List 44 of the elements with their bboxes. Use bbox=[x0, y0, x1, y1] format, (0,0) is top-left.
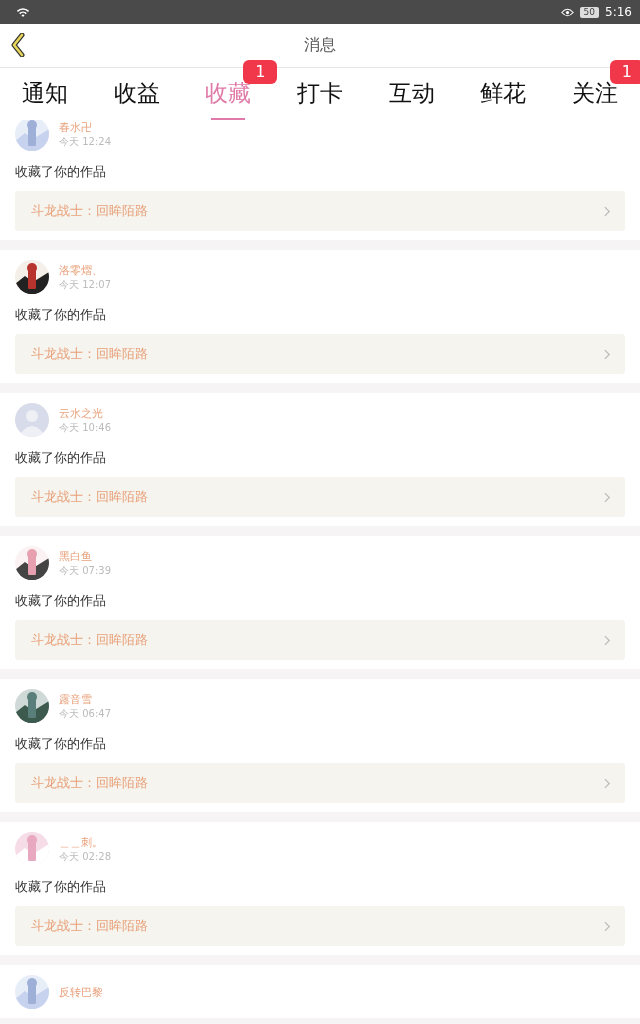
work-link[interactable]: 斗龙战士：回眸陌路 bbox=[15, 191, 625, 231]
timestamp: 今天 02:28 bbox=[59, 849, 111, 864]
tab[interactable]: 鲜花 bbox=[480, 68, 527, 118]
chevron-icon bbox=[604, 634, 611, 646]
chevron-icon bbox=[604, 491, 611, 503]
tab[interactable]: 互动 bbox=[388, 68, 435, 118]
user-name[interactable]: 洛零熠、 bbox=[59, 262, 111, 278]
battery-icon: 50 bbox=[579, 6, 600, 18]
tab[interactable]: 打卡 bbox=[296, 68, 343, 118]
message-text: 收藏了你的作品 bbox=[15, 878, 107, 896]
timestamp: 今天 10:46 bbox=[59, 420, 111, 435]
message-text: 收藏了你的作品 bbox=[15, 306, 107, 324]
work-link[interactable]: 斗龙战士：回眸陌路 bbox=[15, 906, 625, 946]
message-text: 收藏了你的作品 bbox=[15, 592, 107, 610]
tab[interactable]: 通知 bbox=[22, 68, 68, 118]
tab[interactable]: 收益 bbox=[113, 68, 160, 118]
eye-icon bbox=[560, 7, 574, 17]
timestamp: 今天 07:39 bbox=[59, 563, 111, 578]
message-text: 收藏了你的作品 bbox=[15, 735, 107, 753]
count-badge: 1 bbox=[609, 60, 640, 84]
work-link[interactable]: 斗龙战士：回眸陌路 bbox=[15, 763, 625, 803]
chevron-icon bbox=[604, 777, 611, 789]
user-name[interactable]: 反转巴黎 bbox=[59, 984, 103, 1000]
chevron-icon bbox=[604, 920, 611, 932]
work-link[interactable]: 斗龙战士：回眸陌路 bbox=[15, 477, 625, 517]
work-link[interactable]: 斗龙战士：回眸陌路 bbox=[15, 334, 625, 374]
chevron-icon bbox=[604, 205, 611, 217]
timestamp: 今天 12:24 bbox=[59, 134, 111, 149]
user-name[interactable]: 春水卍 bbox=[59, 119, 111, 135]
user-name[interactable]: 露音雪 bbox=[59, 691, 111, 707]
wifi-icon bbox=[16, 6, 30, 18]
count-badge: 1 bbox=[243, 60, 278, 84]
chevron-icon bbox=[604, 348, 611, 360]
message-text: 收藏了你的作品 bbox=[15, 449, 107, 467]
timestamp: 今天 12:07 bbox=[59, 277, 111, 292]
page-title: 消息 bbox=[304, 35, 336, 56]
timestamp: 今天 06:47 bbox=[59, 706, 111, 721]
tab-underline bbox=[211, 118, 246, 120]
user-name[interactable]: 云水之光 bbox=[59, 405, 111, 421]
message-text: 收藏了你的作品 bbox=[15, 163, 107, 181]
clock: 5:16 bbox=[605, 5, 632, 19]
user-name[interactable]: 黑白鱼 bbox=[59, 548, 111, 564]
work-link[interactable]: 斗龙战士：回眸陌路 bbox=[15, 620, 625, 660]
user-name[interactable]: ＿＿刺。 bbox=[59, 834, 111, 850]
